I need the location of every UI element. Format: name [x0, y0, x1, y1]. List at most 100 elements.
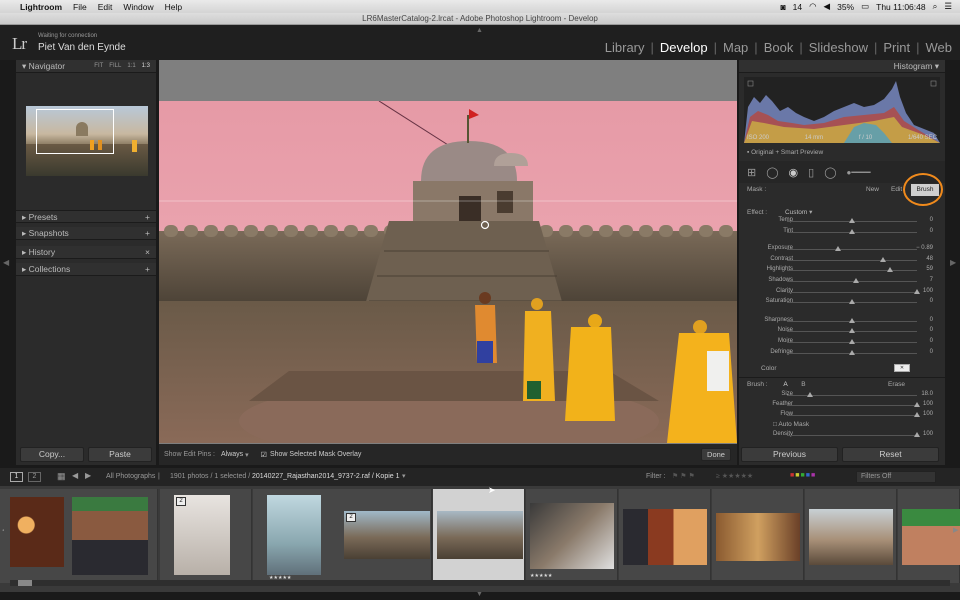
menu-window[interactable]: Window [123, 2, 153, 12]
slider-track[interactable] [787, 249, 917, 251]
add-collection-icon[interactable]: + [145, 263, 150, 275]
thumbnail[interactable] [530, 503, 614, 569]
slider-size[interactable]: Size 18.0 [739, 391, 945, 401]
filmstrip-scrollbar[interactable] [10, 580, 950, 586]
module-slideshow[interactable]: Slideshow [809, 40, 868, 55]
thumbnail[interactable] [344, 511, 430, 559]
done-button[interactable]: Done [701, 448, 731, 461]
module-print[interactable]: Print [883, 40, 910, 55]
zoom-1-3[interactable]: 1:3 [142, 60, 150, 72]
grid-icon[interactable]: ▦ [57, 471, 66, 482]
slider-track[interactable] [787, 415, 917, 416]
left-panel-toggle-icon[interactable]: ◀ [3, 258, 9, 267]
slider-value[interactable]: 48 [926, 256, 933, 262]
slider-track[interactable] [787, 270, 917, 272]
radial-filter-icon[interactable]: ◯ [824, 166, 836, 179]
thumbnail[interactable] [174, 495, 230, 575]
volume-icon[interactable]: ◀ [824, 1, 831, 12]
scrollbar-thumb[interactable] [18, 580, 32, 586]
slider-track[interactable] [787, 435, 917, 436]
thumbnail[interactable] [267, 495, 321, 575]
adjustment-brush-icon[interactable]: ●━━━━ [847, 168, 871, 177]
menu-help[interactable]: Help [165, 2, 182, 12]
module-library[interactable]: Library [605, 40, 645, 55]
slider-density[interactable]: Density 100 [739, 431, 945, 441]
graduated-filter-icon[interactable]: ▯ [808, 166, 814, 179]
thumbnail[interactable] [809, 509, 893, 565]
zoom-1-1[interactable]: 1:1 [127, 60, 135, 72]
navigator-view-box[interactable] [36, 109, 114, 154]
camera-icon[interactable]: ◙ [781, 2, 786, 12]
presets-header[interactable]: ▸ Presets + [16, 210, 156, 223]
filmstrip-cell-selected[interactable] [433, 489, 525, 583]
clock[interactable]: Thu 11:06:48 [876, 2, 925, 12]
filmstrip-cell[interactable] [712, 489, 804, 583]
second-window-button[interactable]: 2 [28, 472, 41, 482]
menu-app[interactable]: Lightroom [20, 2, 62, 12]
module-develop[interactable]: Develop [660, 40, 708, 55]
slider-thumb[interactable] [849, 349, 855, 355]
slider-thumb[interactable] [849, 228, 855, 234]
selected-filename[interactable]: 20140227_Rajasthan2014_9737-2.raf / Kopi… [252, 473, 400, 480]
slider-value[interactable]: 0 [930, 349, 933, 355]
slider-thumb[interactable] [886, 267, 893, 273]
slider-exposure[interactable]: Exposure − 0.89 [739, 245, 945, 255]
history-header[interactable]: ▸ History × [16, 246, 156, 259]
slider-thumb[interactable] [834, 246, 841, 252]
chevron-down-icon[interactable]: ▾ [245, 451, 249, 459]
slider-value[interactable]: 0 [930, 338, 933, 344]
overlay-checkbox[interactable]: ☑ [261, 451, 267, 459]
back-arrow-icon[interactable]: ◀ [72, 471, 78, 480]
slider-saturation[interactable]: Saturation 0 [739, 298, 945, 308]
right-panel-toggle-icon[interactable]: ▶ [950, 258, 956, 267]
activity-status[interactable]: Waiting for connection [38, 33, 97, 39]
mask-edit-button[interactable]: Edit [891, 186, 902, 193]
thumbnail[interactable] [623, 509, 707, 565]
thumbnail[interactable] [716, 513, 800, 561]
slider-tint[interactable]: Tint 0 [739, 228, 945, 238]
module-map[interactable]: Map [723, 40, 748, 55]
color-swatch[interactable]: ✕ [894, 364, 910, 372]
slider-value[interactable]: 100 [923, 288, 933, 294]
slider-thumb[interactable] [849, 317, 855, 323]
chevron-down-icon[interactable]: ▾ [809, 209, 812, 216]
module-web[interactable]: Web [926, 40, 953, 55]
navigator-header[interactable]: ▾ Navigator FIT FILL 1:1 1:3 [16, 60, 156, 73]
slider-value[interactable]: 0 [930, 317, 933, 323]
slider-value[interactable]: 0 [930, 298, 933, 304]
module-book[interactable]: Book [764, 40, 794, 55]
thumbnail[interactable] [10, 497, 64, 567]
filmstrip[interactable]: ◀ 2 ★★★★★ 2 ★★★★★ ▶ [0, 486, 960, 592]
thumbnail[interactable] [902, 509, 960, 565]
crop-tool-icon[interactable]: ⊞ [747, 166, 756, 179]
filmstrip-cell[interactable] [898, 489, 960, 583]
reset-button[interactable]: Reset [842, 447, 939, 462]
brush-b-button[interactable]: B [801, 381, 805, 388]
filmstrip-cell[interactable] [66, 489, 158, 583]
brush-a-button[interactable]: A [783, 381, 787, 388]
source-label[interactable]: All Photographs [106, 473, 155, 480]
battery-icon[interactable]: ▭ [861, 1, 869, 12]
filmstrip-cell[interactable]: ★★★★★ [253, 489, 345, 583]
red-eye-icon[interactable]: ◉ [789, 166, 799, 179]
slider-track[interactable] [787, 259, 917, 261]
slider-contrast[interactable]: Contrast 48 [739, 256, 945, 266]
thumbnail[interactable] [72, 497, 148, 575]
slider-value[interactable]: 100 [923, 401, 933, 407]
clear-history-icon[interactable]: × [145, 246, 150, 258]
add-preset-icon[interactable]: + [145, 211, 150, 222]
zoom-fit[interactable]: FIT [94, 60, 103, 72]
slider-value[interactable]: − 0.89 [916, 245, 933, 251]
filter-preset-select[interactable]: Filters Off [856, 471, 936, 483]
menu-edit[interactable]: Edit [98, 2, 113, 12]
navigator-preview[interactable] [26, 106, 148, 176]
previous-button[interactable]: Previous [741, 447, 838, 462]
slider-sharpness[interactable]: Sharpness 0 [739, 317, 945, 327]
copy-settings-button[interactable]: Copy... [20, 447, 84, 462]
main-photo[interactable] [159, 101, 737, 443]
slider-thumb[interactable] [914, 402, 920, 407]
slider-defringe[interactable]: Defringe 0 [739, 349, 945, 359]
star-filter[interactable]: ≥ ★★★★★ [716, 472, 753, 480]
add-snapshot-icon[interactable]: + [145, 227, 150, 239]
collections-header[interactable]: ▸ Collections + [16, 263, 156, 276]
